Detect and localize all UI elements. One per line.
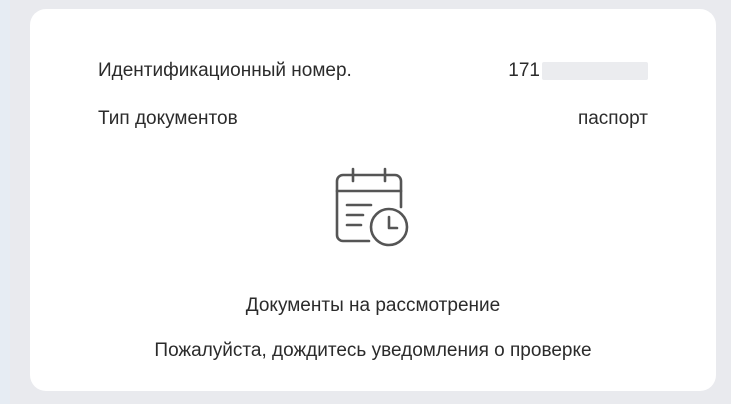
id-number-redaction xyxy=(542,62,648,80)
calendar-clock-icon xyxy=(331,161,413,249)
id-number-label: Идентификационный номер. xyxy=(98,60,352,81)
id-number-value-wrap: 171 xyxy=(508,59,648,83)
document-status-card: Идентификационный номер. 171 Тип докумен… xyxy=(30,9,716,391)
status-title: Документы на рассмотрение xyxy=(245,295,501,316)
document-type-row: Тип документов паспорт xyxy=(98,107,648,131)
id-number-value: 171 xyxy=(508,60,540,81)
id-number-row: Идентификационный номер. 171 xyxy=(98,59,648,83)
left-edge-strip xyxy=(0,0,10,404)
status-subtitle: Пожалуйста, дождитесь уведомления о пров… xyxy=(154,340,592,361)
document-type-label: Тип документов xyxy=(98,108,238,129)
document-type-value: паспорт xyxy=(577,108,648,129)
